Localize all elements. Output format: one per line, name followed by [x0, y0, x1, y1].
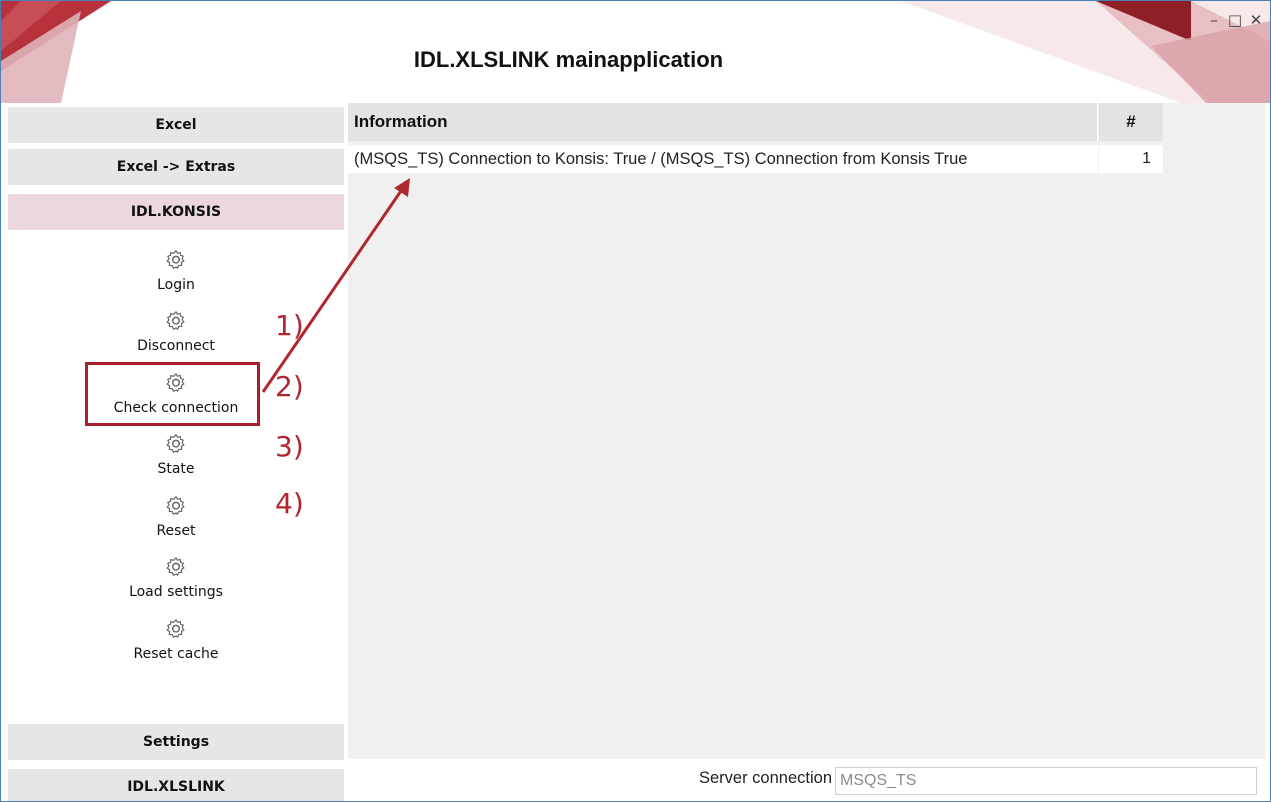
- server-connection-field[interactable]: [835, 767, 1257, 795]
- step-label-2: 2): [275, 370, 304, 403]
- gear-icon: [166, 310, 185, 330]
- maximize-button[interactable]: □: [1226, 11, 1244, 29]
- reset-cache-item[interactable]: Reset cache: [8, 618, 344, 676]
- load-settings-label: Load settings: [129, 584, 223, 600]
- step-label-4: 4): [275, 487, 304, 520]
- information-table: Information # (MSQS_TS) Connection to Ko…: [348, 103, 1265, 759]
- title-bar: IDL.XLSLINK mainapplication – □ ✕: [1, 1, 1270, 103]
- nav-idl-konsis[interactable]: IDL.KONSIS: [8, 194, 344, 230]
- table-cell-information[interactable]: (MSQS_TS) Connection to Konsis: True / (…: [348, 145, 1098, 173]
- reset-label: Reset: [156, 523, 196, 539]
- nav-idl-xlslink[interactable]: IDL.XLSLINK: [8, 769, 344, 801]
- gear-icon: [166, 556, 185, 576]
- status-bar: Server connection: [348, 759, 1265, 801]
- main-window: IDL.XLSLINK mainapplication – □ ✕ Excel …: [0, 0, 1271, 802]
- step-label-1: 1): [275, 309, 304, 342]
- nav-excel-extras[interactable]: Excel -> Extras: [8, 149, 344, 185]
- minimize-button[interactable]: –: [1205, 11, 1223, 29]
- window-title: IDL.XLSLINK mainapplication: [413, 47, 724, 72]
- login-label: Login: [157, 277, 195, 293]
- step-label-3: 3): [275, 430, 304, 463]
- close-button[interactable]: ✕: [1247, 11, 1265, 29]
- column-header-count[interactable]: #: [1099, 103, 1163, 141]
- login-item[interactable]: Login: [8, 249, 344, 307]
- reset-cache-label: Reset cache: [133, 646, 219, 662]
- gear-icon: [166, 618, 185, 638]
- state-label: State: [157, 461, 195, 477]
- gear-icon: [166, 249, 185, 269]
- highlight-box: [85, 362, 260, 426]
- table-cell-count[interactable]: 1: [1099, 145, 1163, 173]
- nav-settings[interactable]: Settings: [8, 724, 344, 760]
- server-connection-label: Server connection: [699, 769, 832, 787]
- gear-icon: [166, 433, 185, 453]
- nav-excel[interactable]: Excel: [8, 107, 344, 143]
- gear-icon: [166, 495, 185, 515]
- column-header-information[interactable]: Information: [348, 103, 1098, 141]
- load-settings-item[interactable]: Load settings: [8, 556, 344, 614]
